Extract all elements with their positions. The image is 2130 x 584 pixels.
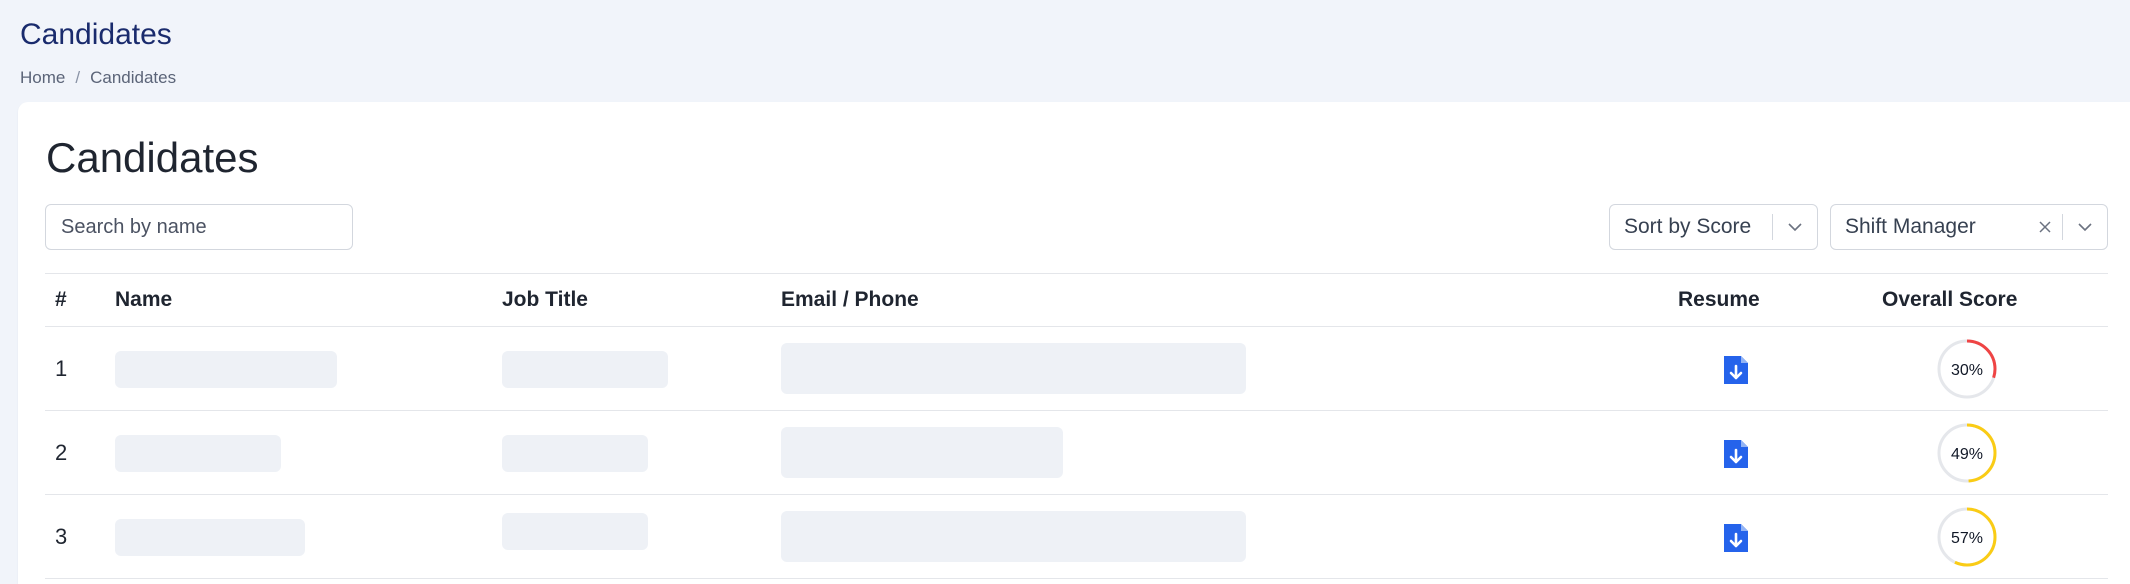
job-title-placeholder [502,513,648,550]
table-row[interactable]: 1 30% [45,327,2108,411]
score-label: 49% [1951,446,1983,463]
column-header-email-phone: Email / Phone [781,288,919,311]
score-label: 30% [1951,362,1983,379]
job-title-placeholder [502,435,648,472]
email-phone-placeholder [781,427,1063,478]
score-ring: 30% [1937,339,1997,399]
chevron-down-icon[interactable] [2063,222,2107,232]
search-input[interactable] [45,204,353,250]
row-index: 1 [55,355,68,381]
file-download-icon[interactable] [1722,354,1750,391]
candidates-card: Candidates Sort by Score Shift Manager #… [18,102,2130,584]
table-header: # Name Job Title Email / Phone Resume Ov… [45,273,2108,327]
table-row[interactable]: 3 57% [45,495,2108,579]
sort-select[interactable]: Sort by Score [1609,204,1818,250]
job-title-select[interactable]: Shift Manager [1830,204,2108,250]
name-placeholder [115,519,305,556]
column-header-overall-score: Overall Score [1882,288,2018,311]
name-placeholder [115,351,337,388]
column-header-resume: Resume [1678,288,1760,311]
job-title-placeholder [502,351,668,388]
page-title: Candidates [20,18,172,51]
row-index: 2 [55,439,68,465]
score-ring: 57% [1937,507,1997,567]
file-download-icon[interactable] [1722,522,1750,559]
score-ring: 49% [1937,423,1997,483]
clear-icon[interactable] [2028,220,2062,234]
column-header-job-title: Job Title [502,288,588,311]
row-index: 3 [55,523,68,549]
name-placeholder [115,435,281,472]
column-header-index: # [55,288,67,311]
table-row[interactable]: 2 49% [45,411,2108,495]
chevron-down-icon[interactable] [1773,222,1817,232]
email-phone-placeholder [781,511,1246,562]
breadcrumb-current: Candidates [90,68,177,87]
score-label: 57% [1951,530,1983,547]
breadcrumb-separator: / [75,68,81,87]
candidates-table: # Name Job Title Email / Phone Resume Ov… [45,273,2108,579]
breadcrumb-home[interactable]: Home [20,68,65,88]
sort-select-value: Sort by Score [1624,215,1752,238]
file-download-icon[interactable] [1722,438,1750,475]
job-select-value: Shift Manager [1845,215,1976,238]
card-title: Candidates [46,134,259,181]
column-header-name: Name [115,288,173,311]
email-phone-placeholder [781,343,1246,394]
breadcrumb: Home / Candidates [20,68,176,88]
page-header: Candidates Home / Candidates [20,16,176,88]
